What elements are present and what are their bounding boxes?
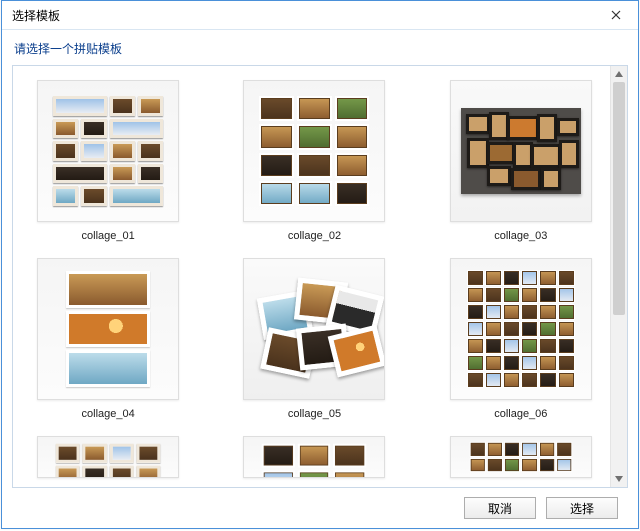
template-label: collage_06 [494, 408, 547, 420]
template-label: collage_01 [82, 230, 135, 242]
template-collage-01[interactable]: collage_01 [37, 80, 179, 242]
scroll-track[interactable] [611, 82, 627, 471]
dialog-body: 请选择一个拼贴模板 [2, 30, 638, 528]
instruction-text: 请选择一个拼贴模板 [14, 40, 628, 57]
template-collage-04[interactable]: collage_04 [37, 258, 179, 420]
template-grid: collage_01 collage_02 [13, 66, 610, 487]
template-panel: collage_01 collage_02 [12, 65, 628, 488]
template-collage-09[interactable] [450, 436, 592, 478]
chevron-up-icon [615, 71, 623, 77]
template-label: collage_03 [494, 230, 547, 242]
template-thumb [37, 436, 179, 478]
button-row: 取消 选择 [12, 488, 628, 528]
template-collage-07[interactable] [37, 436, 179, 478]
template-label: collage_02 [288, 230, 341, 242]
titlebar: 选择模板 [2, 1, 638, 30]
template-collage-02[interactable]: collage_02 [243, 80, 385, 242]
template-thumb [37, 80, 179, 222]
close-button[interactable] [596, 2, 636, 28]
template-thumb [243, 258, 385, 400]
window-title: 选择模板 [12, 7, 60, 24]
close-icon [610, 9, 622, 21]
template-thumb [243, 80, 385, 222]
scroll-up-button[interactable] [611, 66, 627, 82]
template-collage-03[interactable]: collage_03 [450, 80, 592, 242]
template-thumb [450, 258, 592, 400]
template-collage-08[interactable] [243, 436, 385, 478]
template-thumb [450, 80, 592, 222]
scroll-down-button[interactable] [611, 471, 627, 487]
template-thumb [37, 258, 179, 400]
scroll-thumb[interactable] [613, 82, 625, 315]
chevron-down-icon [615, 476, 623, 482]
template-collage-06[interactable]: collage_06 [450, 258, 592, 420]
template-chooser-window: 选择模板 请选择一个拼贴模板 [1, 0, 639, 529]
select-button[interactable]: 选择 [546, 497, 618, 519]
template-thumb [243, 436, 385, 478]
template-collage-05[interactable]: collage_05 [243, 258, 385, 420]
template-label: collage_04 [82, 408, 135, 420]
template-thumb [450, 436, 592, 478]
cancel-button[interactable]: 取消 [464, 497, 536, 519]
vertical-scrollbar[interactable] [610, 66, 627, 487]
scroll-area: collage_01 collage_02 [13, 66, 627, 487]
template-label: collage_05 [288, 408, 341, 420]
